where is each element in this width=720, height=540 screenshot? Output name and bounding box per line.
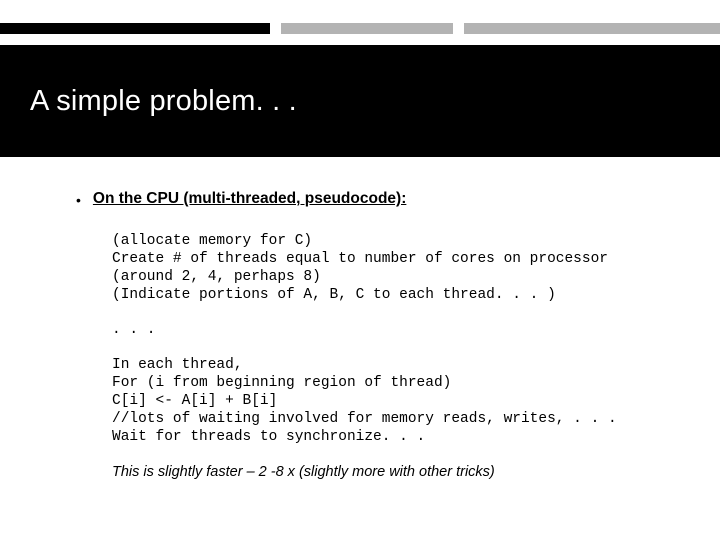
top-accent-bar: [0, 23, 720, 34]
bar-segment-gray-1: [281, 23, 453, 34]
ellipsis: . . .: [112, 322, 682, 338]
code-block-2: In each thread, For (i from beginning re…: [112, 356, 682, 446]
code-block-1: (allocate memory for C) Create # of thre…: [112, 232, 682, 304]
bar-segment-black: [0, 23, 270, 34]
slide-title: A simple problem. . .: [30, 85, 297, 118]
content-area: • On the CPU (multi-threaded, pseudocode…: [72, 190, 682, 480]
bar-segment-gray-2: [464, 23, 720, 34]
bar-gap: [270, 23, 281, 34]
bullet-text: On the CPU (multi-threaded, pseudocode):: [93, 190, 406, 208]
bar-gap: [453, 23, 464, 34]
bullet-row: • On the CPU (multi-threaded, pseudocode…: [72, 190, 682, 210]
footnote: This is slightly faster – 2 -8 x (slight…: [112, 464, 682, 480]
title-band: A simple problem. . .: [0, 45, 720, 157]
bullet-marker: •: [76, 190, 81, 210]
slide: A simple problem. . . • On the CPU (mult…: [0, 0, 720, 540]
